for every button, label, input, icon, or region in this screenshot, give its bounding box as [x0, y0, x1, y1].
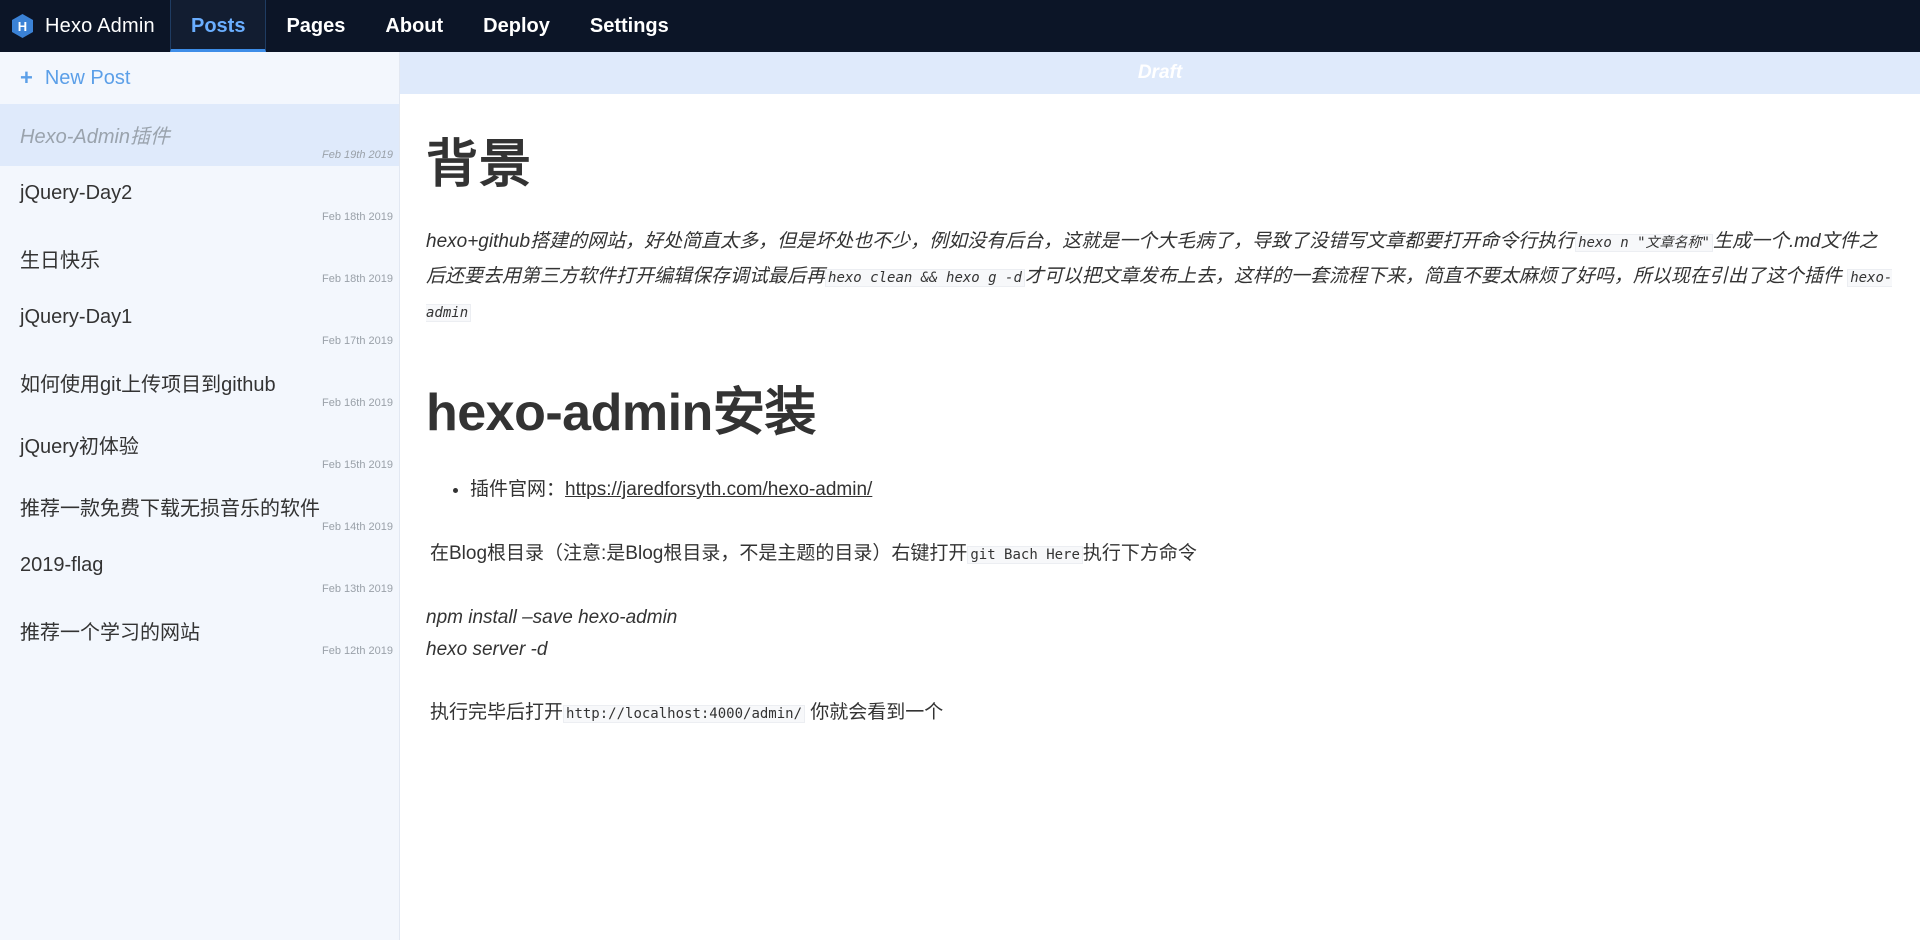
- post-title: 推荐一个学习的网站: [20, 622, 200, 644]
- draft-status-bar: Draft: [400, 52, 1920, 94]
- post-date: Feb 17th 2019: [322, 335, 393, 347]
- bullet-label: 插件官网：: [470, 479, 566, 500]
- nav-settings[interactable]: Settings: [570, 0, 689, 52]
- new-post-label: New Post: [44, 66, 131, 89]
- post-title: jQuery-Day1: [20, 306, 133, 328]
- nav-pages[interactable]: Pages: [266, 0, 365, 52]
- post-item[interactable]: jQuery-Day1 Feb 17th 2019: [0, 290, 399, 352]
- plus-icon: +: [20, 65, 33, 90]
- post-date: Feb 13th 2019: [322, 583, 393, 595]
- post-date: Feb 19th 2019: [322, 149, 393, 161]
- paragraph-text: 执行下方命令: [1082, 543, 1197, 564]
- plugin-site-link[interactable]: https://jaredforsyth.com/hexo-admin/: [565, 479, 872, 500]
- new-post-button[interactable]: + New Post: [0, 52, 399, 104]
- paragraph-text: 才可以把文章发布上去，这样的一套流程下来，简直不要太麻烦了好吗，所以现在引出了这…: [1024, 266, 1842, 287]
- nav-deploy[interactable]: Deploy: [463, 0, 570, 52]
- top-nav-bar: H Hexo Admin Posts Pages About Deploy Se…: [0, 0, 1920, 52]
- post-preview-pane: Draft 背景 hexo+github搭建的网站，好处简直太多，但是坏处也不少…: [400, 52, 1920, 940]
- post-date: Feb 15th 2019: [322, 459, 393, 471]
- inline-code: git Bach Here: [967, 546, 1083, 564]
- post-title: Hexo-Admin插件: [20, 126, 171, 148]
- brand[interactable]: H Hexo Admin: [0, 0, 170, 52]
- post-title: 生日快乐: [20, 250, 100, 272]
- post-date: Feb 16th 2019: [322, 397, 393, 409]
- command-block: npm install –save hexo-admin hexo server…: [426, 602, 1894, 666]
- post-item[interactable]: jQuery初体验 Feb 15th 2019: [0, 414, 399, 476]
- post-item[interactable]: 如何使用git上传项目到github Feb 16th 2019: [0, 352, 399, 414]
- nav-posts[interactable]: Posts: [170, 0, 267, 52]
- post-date: Feb 18th 2019: [322, 211, 393, 223]
- paragraph-text: 在Blog根目录（注意:是Blog根目录，不是主题的目录）右键打开: [430, 543, 968, 564]
- post-item[interactable]: 生日快乐 Feb 18th 2019: [0, 228, 399, 290]
- inline-code: hexo n "文章名称": [1575, 234, 1713, 252]
- hexo-logo-icon: H: [12, 14, 33, 38]
- intro-paragraph: hexo+github搭建的网站，好处简直太多，但是坏处也不少，例如没有后台，这…: [426, 225, 1894, 330]
- post-title: 如何使用git上传项目到github: [20, 374, 276, 396]
- post-content[interactable]: 背景 hexo+github搭建的网站，好处简直太多，但是坏处也不少，例如没有后…: [400, 94, 1920, 751]
- post-title: jQuery-Day2: [20, 182, 133, 204]
- post-item[interactable]: jQuery-Day2 Feb 18th 2019: [0, 166, 399, 228]
- paragraph-text: 执行完毕后打开: [430, 702, 564, 723]
- post-list-sidebar: + New Post Hexo-Admin插件 Feb 19th 2019 jQ…: [0, 52, 400, 940]
- post-date: Feb 14th 2019: [322, 521, 393, 533]
- post-title: jQuery初体验: [20, 436, 139, 458]
- svg-text:H: H: [18, 19, 27, 34]
- paragraph-text: hexo+github搭建的网站，好处简直太多，但是坏处也不少，例如没有后台，这…: [426, 231, 1576, 252]
- post-title: 2019-flag: [20, 554, 104, 576]
- heading-background: 背景: [426, 136, 533, 194]
- post-item[interactable]: 推荐一款免费下载无损音乐的软件 Feb 14th 2019: [0, 476, 399, 538]
- bullet-list: 插件官网：https://jaredforsyth.com/hexo-admin…: [470, 475, 1894, 505]
- post-item[interactable]: 2019-flag Feb 13th 2019: [0, 538, 399, 600]
- command-line: hexo server -d: [426, 639, 548, 660]
- heading-install: hexo-admin安装: [426, 384, 816, 442]
- paragraph-text: 你就会看到一个: [805, 702, 944, 723]
- instruction-paragraph: 在Blog根目录（注意:是Blog根目录，不是主题的目录）右键打开 git Bac…: [426, 539, 1894, 570]
- after-paragraph: 执行完毕后打开 http://localhost:4000/admin/ 你就会看…: [426, 698, 1894, 729]
- post-date: Feb 12th 2019: [322, 645, 393, 657]
- post-title: 推荐一款免费下载无损音乐的软件: [20, 498, 320, 520]
- post-item[interactable]: 推荐一个学习的网站 Feb 12th 2019: [0, 600, 399, 662]
- post-date: Feb 18th 2019: [322, 273, 393, 285]
- post-item[interactable]: Hexo-Admin插件 Feb 19th 2019: [0, 104, 399, 166]
- list-item: 插件官网：https://jaredforsyth.com/hexo-admin…: [470, 475, 1894, 505]
- status-label: Draft: [1137, 62, 1183, 83]
- inline-code: http://localhost:4000/admin/: [563, 705, 806, 723]
- command-line: npm install –save hexo-admin: [426, 607, 678, 628]
- inline-code: hexo clean && hexo g -d: [825, 269, 1025, 287]
- app-title: Hexo Admin: [45, 14, 155, 37]
- nav-about[interactable]: About: [365, 0, 463, 52]
